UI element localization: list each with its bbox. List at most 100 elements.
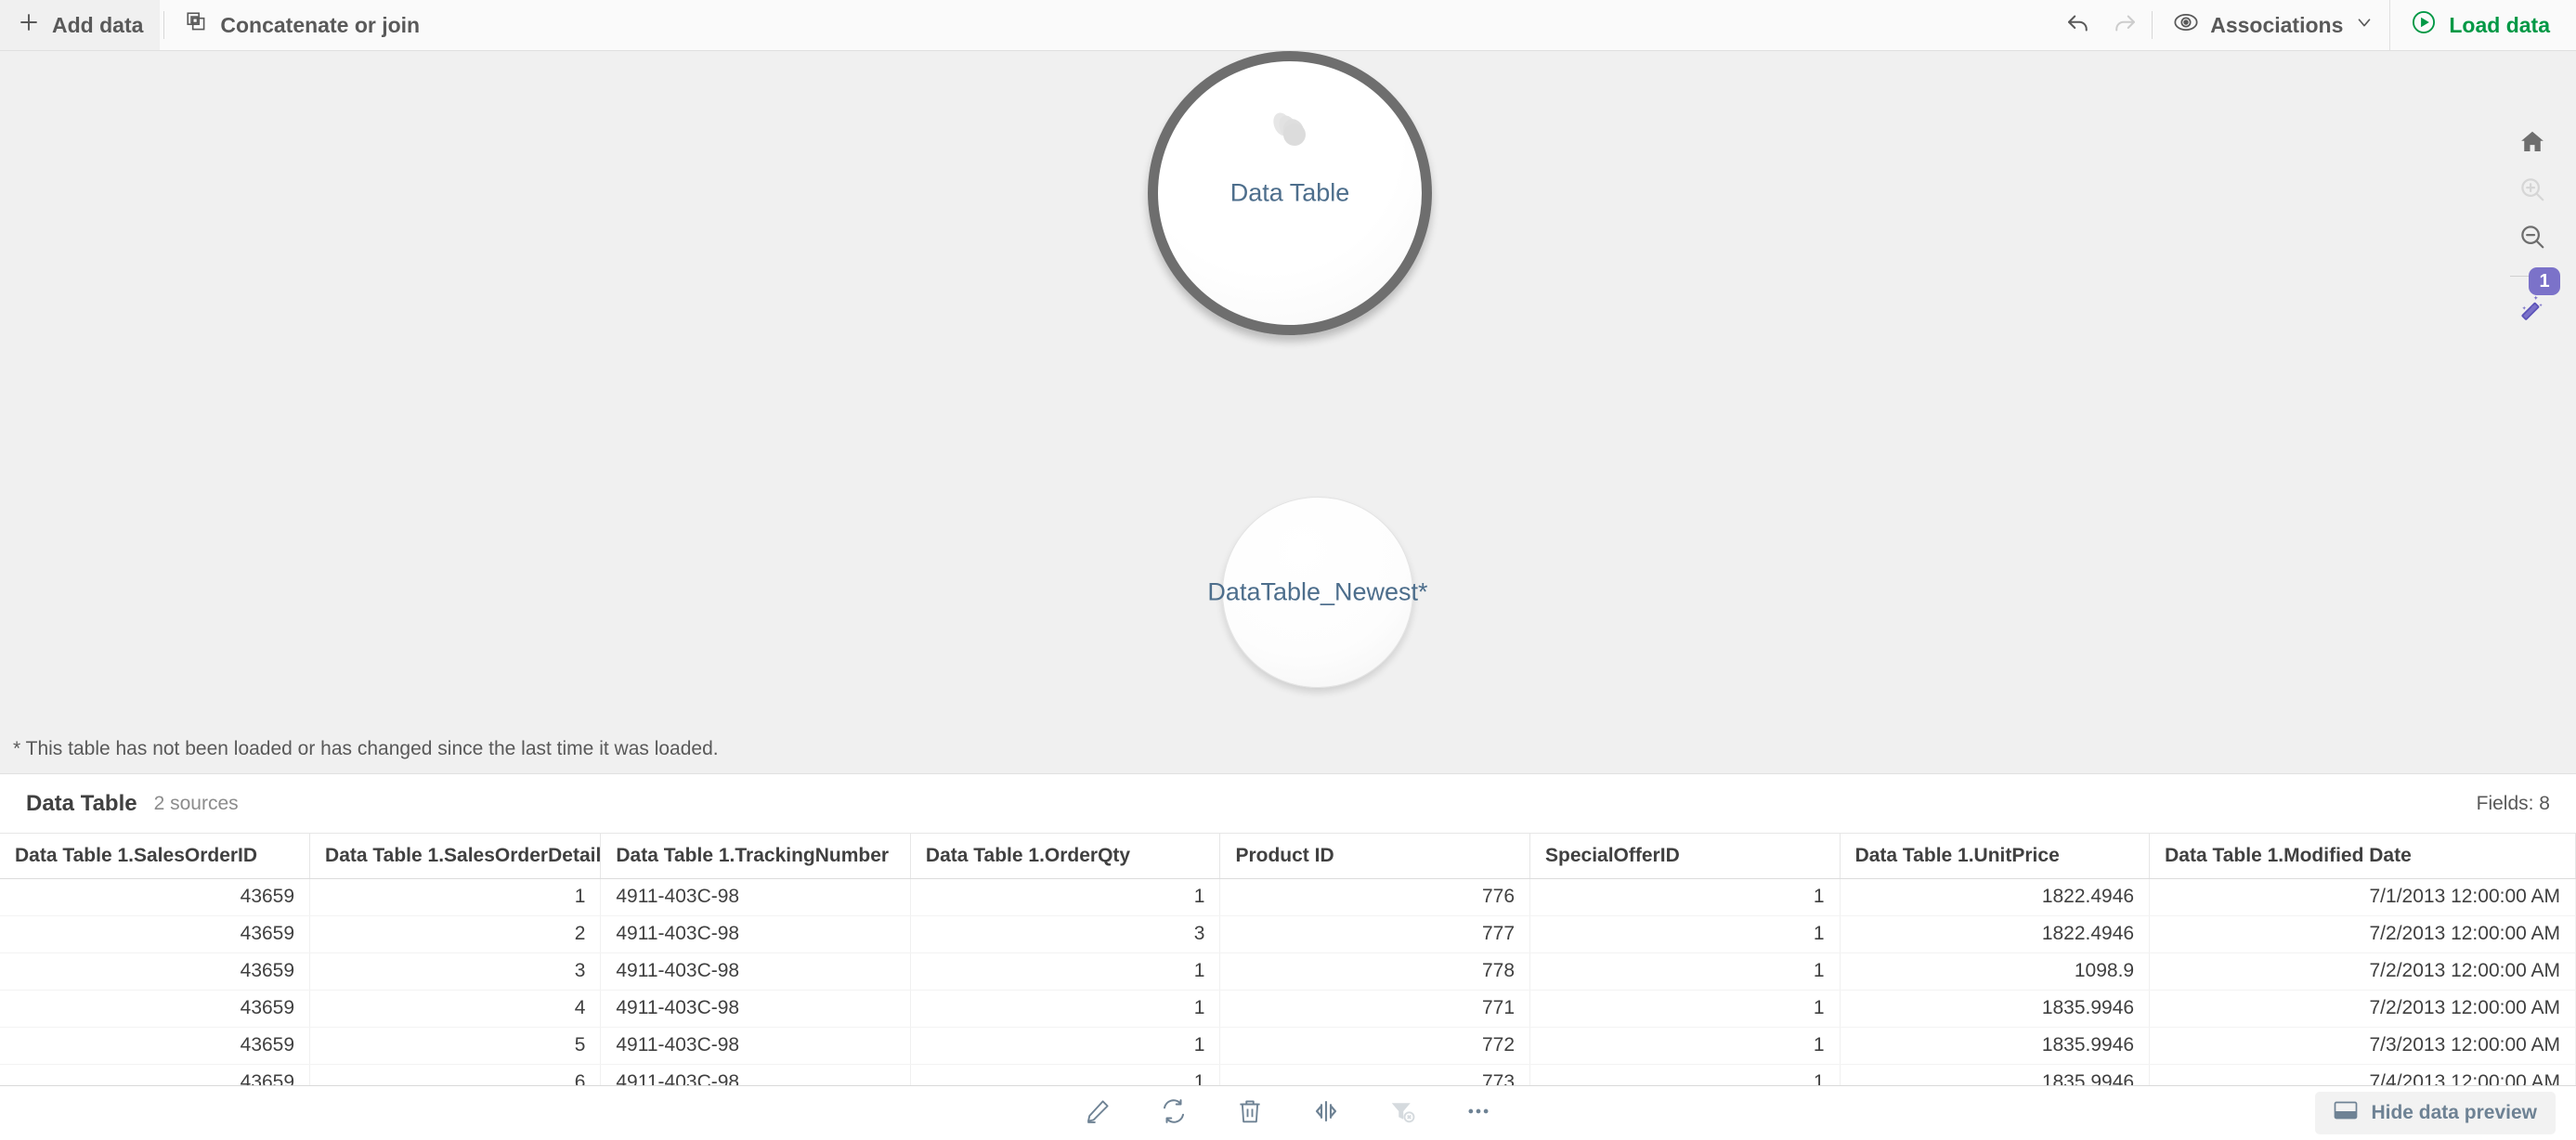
table-cell: 43659: [0, 990, 311, 1028]
table-cell: 772: [1219, 1027, 1531, 1065]
table-cell: 1: [1529, 1027, 1841, 1065]
eye-icon: [2173, 9, 2199, 41]
column-header[interactable]: Data Table 1.OrderQty: [910, 834, 1221, 879]
top-toolbar: Add data Concatenate or join Association…: [0, 0, 2576, 51]
table-bubble-label: Data Table: [1229, 178, 1350, 207]
table-cell: 776: [1219, 878, 1531, 916]
table-cell: 1822.4946: [1840, 878, 2151, 916]
table-cell: 43659: [0, 1064, 311, 1086]
hide-data-preview-button[interactable]: Hide data preview: [2315, 1092, 2556, 1134]
toolbar-divider: [163, 11, 165, 39]
column-header[interactable]: Product ID: [1219, 834, 1531, 879]
table-row[interactable]: 43659 6 4911-403C-98 1 773 1 1835.9946 7/4/2013…: [0, 1064, 2576, 1086]
table-cell: 1: [910, 990, 1221, 1028]
data-preview-table: Data Table 1.SalesOrderID Data Table 1.Sa…: [0, 834, 2576, 1086]
table-cell: 7/4/2013 12:00:00 AM: [2149, 1064, 2576, 1086]
split-columns-button[interactable]: [1300, 1090, 1352, 1136]
table-cell: 3: [910, 915, 1221, 953]
table-cell: 1: [1529, 990, 1841, 1028]
plus-icon: [17, 10, 41, 40]
redo-button[interactable]: [2101, 0, 2148, 51]
table-cell: 1: [309, 878, 602, 916]
table-cell: 4911-403C-98: [600, 915, 911, 953]
table-cell: 4911-403C-98: [600, 1027, 911, 1065]
zoom-in-button[interactable]: [2504, 168, 2560, 214]
table-cell: 7/2/2013 12:00:00 AM: [2149, 990, 2576, 1028]
table-bubble-data-table[interactable]: Data Table: [1148, 51, 1432, 335]
column-header[interactable]: SpecialOfferID: [1529, 834, 1841, 879]
magic-wand-icon: [2517, 291, 2547, 325]
undo-button[interactable]: [2055, 0, 2101, 51]
table-cell: 43659: [0, 952, 311, 991]
table-cell: 6: [309, 1064, 602, 1086]
redo-icon: [2111, 9, 2139, 42]
table-bubble-datatable-newest[interactable]: DataTable_Newest*: [1207, 497, 1428, 688]
table-cell: 7/1/2013 12:00:00 AM: [2149, 878, 2576, 916]
table-cell: 1: [1529, 1064, 1841, 1086]
zoom-in-icon: [2518, 175, 2546, 208]
clear-filter-icon: [1388, 1097, 1416, 1130]
data-preview-table-scroll[interactable]: Data Table 1.SalesOrderID Data Table 1.Sa…: [0, 834, 2576, 1086]
clear-filter-button[interactable]: [1376, 1090, 1428, 1136]
column-header[interactable]: Data Table 1.TrackingNumber: [600, 834, 911, 879]
table-cell: 4911-403C-98: [600, 1064, 911, 1086]
table-cell: 43659: [0, 915, 311, 953]
table-cell: 1835.9946: [1840, 990, 2151, 1028]
table-cell: 1: [910, 878, 1221, 916]
concatenate-or-join-label: Concatenate or join: [220, 12, 421, 37]
more-options-button[interactable]: [1452, 1090, 1504, 1136]
add-data-button[interactable]: Add data: [0, 0, 161, 50]
table-row[interactable]: 43659 4 4911-403C-98 1 771 1 1835.9946 7/2/2013…: [0, 990, 2576, 1028]
table-cell: 43659: [0, 878, 311, 916]
table-cell: 2: [309, 915, 602, 953]
table-cell: 1098.9: [1840, 952, 2151, 991]
table-row[interactable]: 43659 2 4911-403C-98 3 777 1 1822.4946 7/2/2013…: [0, 915, 2576, 953]
canvas-tool-rail: 1: [2489, 102, 2576, 773]
column-header[interactable]: Data Table 1.UnitPrice: [1840, 834, 2151, 879]
table-cell: 7/2/2013 12:00:00 AM: [2149, 952, 2576, 991]
table-cell: 1: [1529, 878, 1841, 916]
table-canvas[interactable]: Data Table DataTable_Newest* * This tabl…: [0, 51, 2576, 773]
table-row[interactable]: 43659 5 4911-403C-98 1 772 1 1835.9946 7/3/2013…: [0, 1027, 2576, 1065]
table-cell: 3: [309, 952, 602, 991]
table-cell: 4911-403C-98: [600, 952, 911, 991]
split-columns-icon: [1312, 1097, 1340, 1130]
load-data-button[interactable]: Load data: [2389, 0, 2576, 50]
table-cell: 1835.9946: [1840, 1064, 2151, 1086]
table-cell: 4911-403C-98: [600, 878, 911, 916]
canvas-footnote: * This table has not been loaded or has …: [13, 738, 719, 759]
recommend-associations-button[interactable]: 1: [2504, 267, 2560, 332]
data-preview-header: Data Table 2 sources Fields: 8: [0, 774, 2576, 834]
play-circle-icon: [2411, 9, 2437, 41]
table-cell: 43659: [0, 1027, 311, 1065]
home-button[interactable]: [2504, 121, 2560, 167]
preview-sources-count[interactable]: 2 sources: [154, 793, 239, 815]
edit-table-button[interactable]: [1072, 1090, 1124, 1136]
panel-icon: [2334, 1100, 2358, 1126]
table-cell: 1: [910, 1064, 1221, 1086]
toolbar-left-group: Add data Concatenate or join: [0, 0, 436, 50]
recommend-associations-badge: 1: [2529, 267, 2560, 295]
table-cell: 7/3/2013 12:00:00 AM: [2149, 1027, 2576, 1065]
table-cell: 4911-403C-98: [600, 990, 911, 1028]
more-horizontal-icon: [1464, 1097, 1492, 1130]
table-cell: 4: [309, 990, 602, 1028]
table-body: 43659 1 4911-403C-98 1 776 1 1822.4946 7/1/2013…: [0, 878, 2576, 1086]
zoom-out-button[interactable]: [2504, 215, 2560, 262]
table-row[interactable]: 43659 3 4911-403C-98 1 778 1 1098.9 7/2/2013 12…: [0, 952, 2576, 991]
column-header[interactable]: Data Table 1.SalesOrderDetailID: [309, 834, 602, 879]
associations-button[interactable]: Associations: [2156, 0, 2389, 50]
table-cell: 771: [1219, 990, 1531, 1028]
load-data-label: Load data: [2449, 12, 2550, 37]
preview-fields-count: Fields: 8: [2476, 792, 2550, 814]
hide-data-preview-label: Hide data preview: [2371, 1102, 2537, 1123]
refresh-table-button[interactable]: [1148, 1090, 1200, 1136]
column-header[interactable]: Data Table 1.SalesOrderID: [0, 834, 311, 879]
delete-table-button[interactable]: [1224, 1090, 1276, 1136]
table-row[interactable]: 43659 1 4911-403C-98 1 776 1 1822.4946 7/1/2013…: [0, 878, 2576, 916]
concatenate-or-join-button[interactable]: Concatenate or join: [168, 0, 436, 50]
column-header[interactable]: Data Table 1.Modified Date: [2149, 834, 2576, 879]
table-header: Data Table 1.SalesOrderID Data Table 1.Sa…: [0, 834, 2576, 879]
table-cell: 773: [1219, 1064, 1531, 1086]
toolbar-right-group: Associations Load data: [2055, 0, 2576, 50]
